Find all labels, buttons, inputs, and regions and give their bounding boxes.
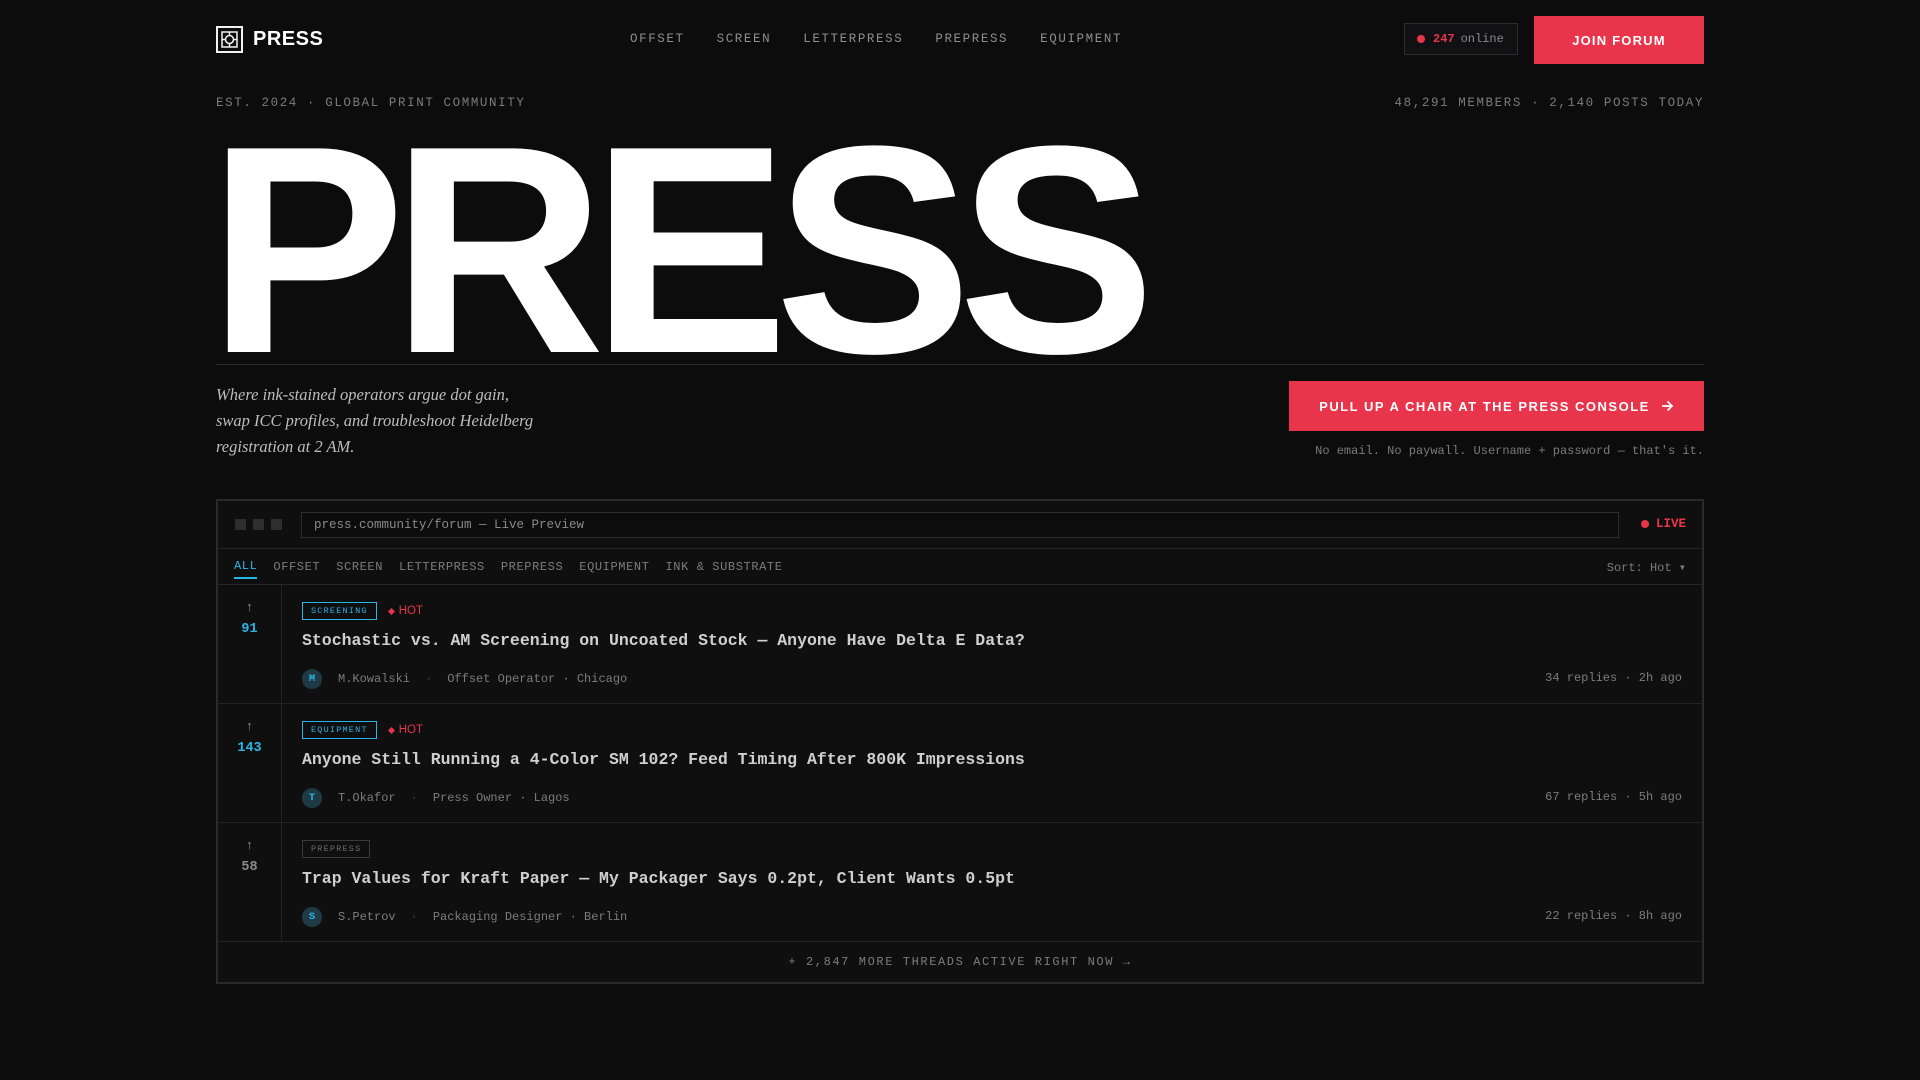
thread-row[interactable]: ↑ 58 PREPRESS Trap Values for Kraft Pape… <box>218 823 1702 942</box>
separator: · <box>425 672 433 686</box>
live-indicator: LIVE <box>1640 517 1686 531</box>
arrow-right-icon <box>1661 400 1674 412</box>
category-tabs: ALL OFFSET SCREEN LETTERPRESS PREPRESS E… <box>218 549 1702 585</box>
vote-count: 58 <box>241 860 258 875</box>
thread-title[interactable]: Trap Values for Kraft Paper — My Package… <box>302 869 1702 888</box>
thread-stats: 34 replies · 2h ago <box>1545 671 1682 685</box>
hot-badge: HOT <box>387 724 423 736</box>
category-tag[interactable]: EQUIPMENT <box>302 721 377 739</box>
tab-letterpress[interactable]: LETTERPRESS <box>399 556 485 578</box>
author-name[interactable]: M.Kowalski <box>338 672 410 686</box>
divider <box>216 364 1704 365</box>
sort-dropdown[interactable]: Sort: Hot ▾ <box>1607 560 1686 575</box>
tab-screen[interactable]: SCREEN <box>336 556 383 578</box>
live-label: LIVE <box>1655 517 1686 531</box>
separator: · <box>410 791 418 805</box>
upvote-icon[interactable]: ↑ <box>246 839 254 852</box>
upvote-icon[interactable]: ↑ <box>246 720 254 733</box>
hot-badge: HOT <box>387 605 423 617</box>
cta-note: No email. No paywall. Username + passwor… <box>1315 444 1704 458</box>
thread-title[interactable]: Anyone Still Running a 4-Color SM 102? F… <box>302 750 1702 769</box>
window-dot-icon <box>271 519 282 530</box>
separator: · <box>410 910 418 924</box>
cta-label: PULL UP A CHAIR AT THE PRESS CONSOLE <box>1319 398 1650 414</box>
thread-row[interactable]: ↑ 91 SCREENING HOT Stochastic vs. AM Scr… <box>218 585 1702 704</box>
avatar: S <box>302 907 322 927</box>
logo-text: PRESS <box>253 28 324 50</box>
vote-count: 143 <box>237 741 262 756</box>
online-label: online <box>1460 32 1504 46</box>
thread-byline: T T.Okafor · Press Owner · Lagos <box>302 788 570 808</box>
online-counter: 247 online <box>1404 23 1518 55</box>
hero-title: PRESS <box>208 84 1155 415</box>
thread-stats: 22 replies · 8h ago <box>1545 909 1682 923</box>
stats-meta: 48,291 MEMBERS · 2,140 POSTS TODAY <box>1394 96 1704 110</box>
tagline: Where ink-stained operators argue dot ga… <box>216 385 534 456</box>
diamond-icon <box>387 607 395 615</box>
online-dot-icon <box>1417 35 1425 43</box>
tab-equipment[interactable]: EQUIPMENT <box>579 556 649 578</box>
thread-byline: M M.Kowalski · Offset Operator · Chicago <box>302 669 627 689</box>
category-tag[interactable]: SCREENING <box>302 602 377 620</box>
category-tag[interactable]: PREPRESS <box>302 840 371 858</box>
hot-label: HOT <box>398 605 423 617</box>
author-role: Press Owner · Lagos <box>432 791 570 805</box>
author-role: Offset Operator · Chicago <box>447 672 628 686</box>
nav-link-equipment[interactable]: EQUIPMENT <box>1040 32 1122 46</box>
tab-all[interactable]: ALL <box>234 555 258 579</box>
live-dot-icon <box>1640 520 1649 528</box>
thread-byline: S S.Petrov · Packaging Designer · Berlin <box>302 907 627 927</box>
window-controls <box>235 519 282 530</box>
window-dot-icon <box>235 519 246 530</box>
upvote-icon[interactable]: ↑ <box>246 601 254 614</box>
vote-column: ↑ 58 <box>218 823 282 941</box>
diamond-icon <box>387 726 395 734</box>
join-forum-button[interactable]: JOIN FORUM <box>1534 16 1704 64</box>
nav-link-offset[interactable]: OFFSET <box>630 32 685 46</box>
more-threads-link[interactable]: + 2,847 MORE THREADS ACTIVE RIGHT NOW → <box>218 942 1702 982</box>
main-nav: OFFSET SCREEN LETTERPRESS PREPRESS EQUIP… <box>630 32 1154 46</box>
tab-prepress[interactable]: PREPRESS <box>501 556 563 578</box>
nav-link-letterpress[interactable]: LETTERPRESS <box>803 32 903 46</box>
thread-title[interactable]: Stochastic vs. AM Screening on Uncoated … <box>302 631 1702 650</box>
vote-count: 91 <box>241 622 258 637</box>
tab-ink-substrate[interactable]: INK & SUBSTRATE <box>666 556 783 578</box>
author-name[interactable]: S.Petrov <box>338 910 396 924</box>
author-role: Packaging Designer · Berlin <box>432 910 628 924</box>
browser-bar: press.community/forum — Live Preview LIV… <box>218 501 1702 549</box>
avatar: T <box>302 788 322 808</box>
url-bar[interactable]: press.community/forum — Live Preview <box>301 512 1619 538</box>
nav-link-prepress[interactable]: PREPRESS <box>935 32 1008 46</box>
tab-offset[interactable]: OFFSET <box>273 556 320 578</box>
vote-column: ↑ 143 <box>218 704 282 822</box>
author-name[interactable]: T.Okafor <box>338 791 396 805</box>
logo-icon <box>216 26 243 53</box>
nav-link-screen[interactable]: SCREEN <box>717 32 772 46</box>
avatar: M <box>302 669 322 689</box>
window-dot-icon <box>253 519 264 530</box>
cta-button[interactable]: PULL UP A CHAIR AT THE PRESS CONSOLE <box>1289 381 1704 431</box>
online-count: 247 <box>1433 32 1455 46</box>
thread-stats: 67 replies · 5h ago <box>1545 790 1682 804</box>
hot-label: HOT <box>398 724 423 736</box>
thread-row[interactable]: ↑ 143 EQUIPMENT HOT Anyone Still Running… <box>218 704 1702 823</box>
site-logo[interactable]: PRESS <box>216 26 323 53</box>
forum-preview: press.community/forum — Live Preview LIV… <box>216 499 1704 984</box>
vote-column: ↑ 91 <box>218 585 282 703</box>
